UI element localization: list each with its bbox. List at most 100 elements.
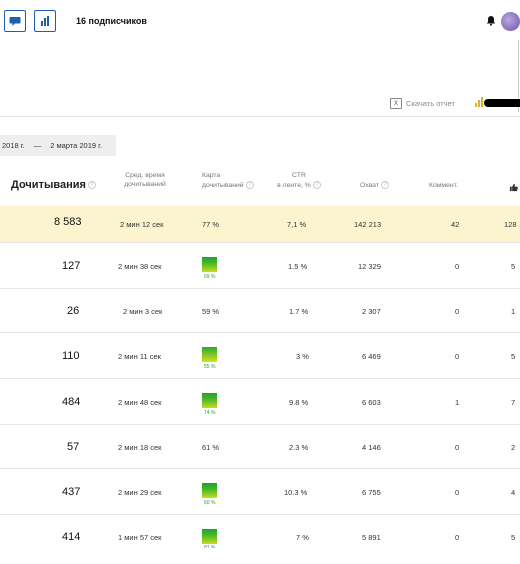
help-icon[interactable]: ? <box>245 180 254 189</box>
cell-reads: 127 <box>62 260 81 272</box>
date-separator: — <box>33 141 42 150</box>
cell-reads: 484 <box>62 396 81 408</box>
cell-comments: 42 <box>451 220 460 229</box>
comment-bubble-icon <box>9 17 21 26</box>
cell-map: 61 % <box>202 443 220 452</box>
cell-map: 59 % <box>202 307 220 316</box>
date-from: 2018 г. <box>2 141 25 150</box>
cell-ctr: 10.3 % <box>284 488 308 497</box>
page-bottom-edge <box>0 548 520 564</box>
date-to: 2 марта 2019 г. <box>50 141 103 150</box>
cell-likes: 5 <box>511 533 516 542</box>
cell-ctr: 7,1 % <box>287 220 307 229</box>
header-read-map-line2: дочитываний <box>202 181 244 189</box>
cell-ctr: 1.5 % <box>288 262 308 271</box>
read-map-thumbnail[interactable] <box>202 257 217 272</box>
subscribers-count: 16 подписчиков <box>76 16 147 26</box>
table-row[interactable]: 437 2 мин 29 сек 60 % 10.3 % 6 755 0 4 <box>0 468 520 514</box>
thumbs-up-icon[interactable] <box>509 183 518 192</box>
header-avg-time-line2: дочитываний <box>124 180 166 188</box>
cell-comments: 0 <box>455 262 460 271</box>
read-map-thumbnail[interactable] <box>202 483 217 498</box>
cell-comments: 0 <box>455 443 460 452</box>
header-reads-label: Дочитывания <box>11 179 86 191</box>
comments-button[interactable] <box>4 10 26 32</box>
top-bar: 16 подписчиков <box>0 0 520 44</box>
header-reach-label: Охват <box>360 181 379 189</box>
date-range-picker[interactable]: 2018 г. — 2 марта 2019 г. <box>0 135 116 156</box>
read-map-thumbnail[interactable] <box>202 347 217 362</box>
cell-avg-time: 1 мин 57 сек <box>118 533 162 542</box>
cell-likes: 2 <box>511 443 516 452</box>
cell-reach: 12 329 <box>358 262 381 271</box>
read-map-percent: 74 % <box>204 410 216 416</box>
table-row[interactable]: 484 2 мин 48 сек 74 % 9.8 % 6 603 1 7 <box>0 378 520 424</box>
table-row[interactable]: 127 2 мин 38 сек 69 % 1.5 % 12 329 0 5 <box>0 242 520 288</box>
table-row-total: 8 583 2 мин 12 сек 77 % 7,1 % 142 213 42… <box>0 206 520 242</box>
cell-likes: 7 <box>511 398 516 407</box>
table-row[interactable]: 57 2 мин 18 сек 61 % 2.3 % 4 146 0 2 <box>0 424 520 468</box>
stats-button[interactable] <box>34 10 56 32</box>
cell-reach: 142 213 <box>354 220 382 229</box>
redacted-mark <box>484 99 520 107</box>
header-ctr[interactable]: CTR в ленте, %? <box>274 172 324 190</box>
read-map-thumbnail[interactable] <box>202 393 217 408</box>
cell-reach: 6 469 <box>362 352 381 361</box>
read-map-percent: 60 % <box>204 500 216 506</box>
read-map-percent: 69 % <box>204 274 216 280</box>
read-map-thumbnail[interactable] <box>202 529 217 544</box>
cell-reads: 26 <box>67 305 80 317</box>
cell-reach: 6 755 <box>362 488 381 497</box>
cell-avg-time: 2 мин 12 сек <box>120 220 164 229</box>
header-reads[interactable]: Дочитывания? <box>11 179 96 191</box>
cell-ctr: 3 % <box>296 352 309 361</box>
cell-likes: 5 <box>511 352 516 361</box>
cell-avg-time: 2 мин 38 сек <box>118 262 162 271</box>
cell-reach: 5 891 <box>362 533 381 542</box>
cell-likes: 128 <box>504 220 517 229</box>
cell-reads: 57 <box>67 441 80 453</box>
cell-avg-time: 2 мин 3 сек <box>123 307 163 316</box>
header-ctr-line2: в ленте, % <box>277 181 311 189</box>
cell-likes: 4 <box>511 488 516 497</box>
cell-avg-time: 2 мин 48 сек <box>118 398 162 407</box>
cell-comments: 0 <box>455 533 460 542</box>
cell-reads: 110 <box>62 350 80 362</box>
bar-chart-icon <box>41 16 49 26</box>
table-row[interactable]: 26 2 мин 3 сек 59 % 1.7 % 2 307 0 1 <box>0 288 520 332</box>
help-icon[interactable]: ? <box>380 181 389 189</box>
header-reach[interactable]: Охват? <box>360 181 389 190</box>
cell-ctr: 1.7 % <box>289 307 309 316</box>
avatar[interactable] <box>501 12 520 31</box>
cell-avg-time: 2 мин 18 сек <box>118 443 162 452</box>
cell-comments: 0 <box>455 307 460 316</box>
cell-ctr: 7 % <box>296 533 309 542</box>
read-map-percent: 55 % <box>204 364 216 370</box>
cell-likes: 1 <box>511 307 516 316</box>
divider <box>0 116 520 117</box>
header-avg-time[interactable]: Сред. время дочитываний <box>121 172 169 189</box>
header-comments-label: Коммент. <box>429 182 458 189</box>
cell-ctr: 9.8 % <box>289 398 309 407</box>
header-avg-time-line1: Сред. время <box>125 172 165 179</box>
cell-reach: 6 603 <box>362 398 381 407</box>
table-row[interactable]: 110 2 мин 11 сек 55 % 3 % 6 469 0 5 <box>0 332 520 378</box>
cell-ctr: 2.3 % <box>289 443 309 452</box>
cell-reads: 8 583 <box>54 216 82 228</box>
cell-comments: 1 <box>455 398 460 407</box>
help-icon[interactable]: ? <box>312 180 321 189</box>
cell-reads: 437 <box>62 486 81 498</box>
cell-comments: 0 <box>455 488 460 497</box>
cell-avg-time: 2 мин 11 сек <box>118 352 161 361</box>
header-read-map-line1: Карта <box>202 172 221 179</box>
cell-reach: 2 307 <box>362 307 381 316</box>
cell-reach: 4 146 <box>362 443 381 452</box>
download-report-link[interactable]: X Скачать отчет <box>390 98 455 109</box>
bell-icon[interactable] <box>486 15 496 26</box>
cell-likes: 5 <box>511 262 516 271</box>
header-comments[interactable]: Коммент. <box>429 182 458 191</box>
header-ctr-line1: CTR <box>292 172 306 179</box>
help-icon[interactable]: ? <box>87 181 96 190</box>
header-read-map[interactable]: Карта дочитываний? <box>202 172 254 190</box>
cell-comments: 0 <box>455 352 460 361</box>
